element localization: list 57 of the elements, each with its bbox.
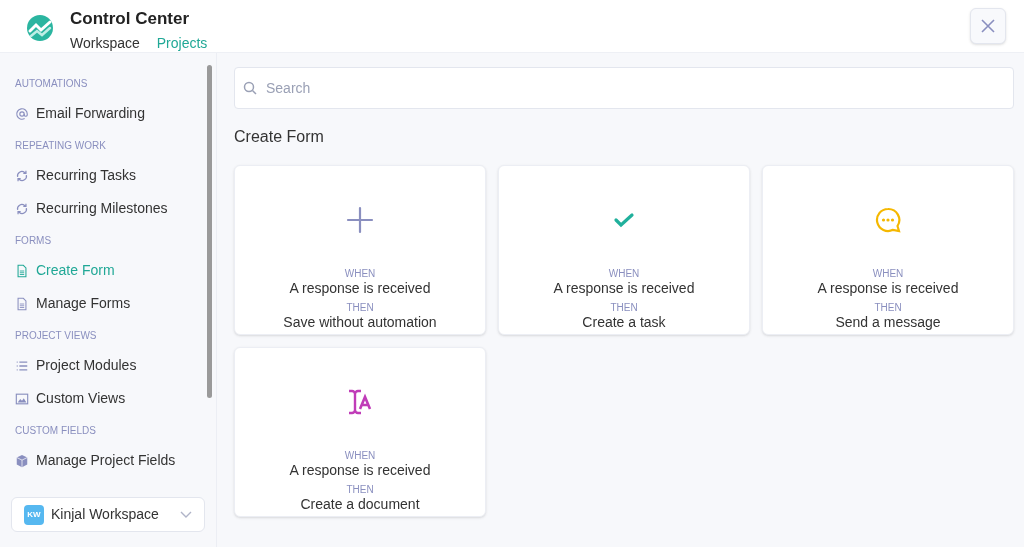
header-tab[interactable]: Workspace <box>70 34 140 55</box>
sidebar-item[interactable]: Custom Views <box>15 382 202 415</box>
checkmark-icon <box>613 212 635 228</box>
action-text: Create a document <box>300 496 420 513</box>
section-heading: PROJECT VIEWS <box>15 329 98 343</box>
automation-card[interactable]: WHEN A response is received THEN Create a document <box>234 347 486 517</box>
sidebar-item[interactable]: Recurring Milestones <box>15 192 202 225</box>
action-label: THEN <box>874 302 902 314</box>
trigger-label: WHEN <box>344 450 376 462</box>
search-field[interactable]: Search <box>234 67 1014 109</box>
section-heading: FORMS <box>15 234 53 248</box>
section-heading: CUSTOM FIELDS <box>15 424 97 438</box>
trigger-label: WHEN <box>344 268 376 280</box>
automation-card[interactable]: WHEN A response is received THEN Save without automation <box>234 165 486 335</box>
action-text: Send a message <box>835 314 941 331</box>
trigger-text: A response is received <box>289 280 431 297</box>
trigger-text: A response is received <box>289 462 431 479</box>
sidebar-item[interactable]: Manage Forms <box>15 287 202 320</box>
action-text: Create a task <box>582 314 666 331</box>
sidebar-item[interactable]: Email Forwarding <box>15 97 202 130</box>
automation-card[interactable]: WHEN A response is received THEN Send a message <box>762 165 1014 335</box>
trigger-label: WHEN <box>872 268 904 280</box>
trigger-text: A response is received <box>553 280 695 297</box>
automation-card[interactable]: WHEN A response is received THEN Create a task <box>498 165 750 335</box>
at-sign-icon <box>15 106 29 121</box>
workspace-name: Kinjal Workspace <box>51 505 160 524</box>
workspace-avatar: KW <box>24 504 44 525</box>
workspace-selector[interactable]: KW Kinjal Workspace <box>11 497 205 532</box>
search-icon <box>243 81 257 95</box>
close-button[interactable] <box>970 8 1006 44</box>
chat-bubble-icon <box>874 206 902 234</box>
plus-icon <box>346 206 374 234</box>
repeat-icon <box>15 201 29 216</box>
sidebar-item[interactable]: Recurring Tasks <box>15 159 202 192</box>
chevron-down-icon <box>180 510 192 519</box>
logo-icon <box>26 14 54 42</box>
section-title: Create Form <box>234 127 325 147</box>
sidebar-item[interactable]: Manage Project Fields <box>15 444 202 477</box>
scrollbar[interactable] <box>207 65 212 398</box>
image-icon <box>15 391 29 406</box>
action-label: THEN <box>610 302 638 314</box>
action-text: Save without automation <box>283 314 437 331</box>
text-cursor-icon <box>347 388 373 416</box>
document-icon <box>15 296 29 311</box>
trigger-text: A response is received <box>817 280 959 297</box>
section-heading: AUTOMATIONS <box>15 77 89 91</box>
trigger-label: WHEN <box>608 268 640 280</box>
section-heading: REPEATING WORK <box>15 139 107 153</box>
action-label: THEN <box>346 484 374 496</box>
document-icon <box>15 263 29 278</box>
app-title: Control Center <box>70 8 190 30</box>
close-icon <box>980 18 996 34</box>
repeat-icon <box>15 168 29 183</box>
cube-icon <box>15 453 29 468</box>
sidebar-item[interactable]: Project Modules <box>15 349 202 382</box>
action-label: THEN <box>346 302 374 314</box>
list-icon <box>15 358 29 373</box>
